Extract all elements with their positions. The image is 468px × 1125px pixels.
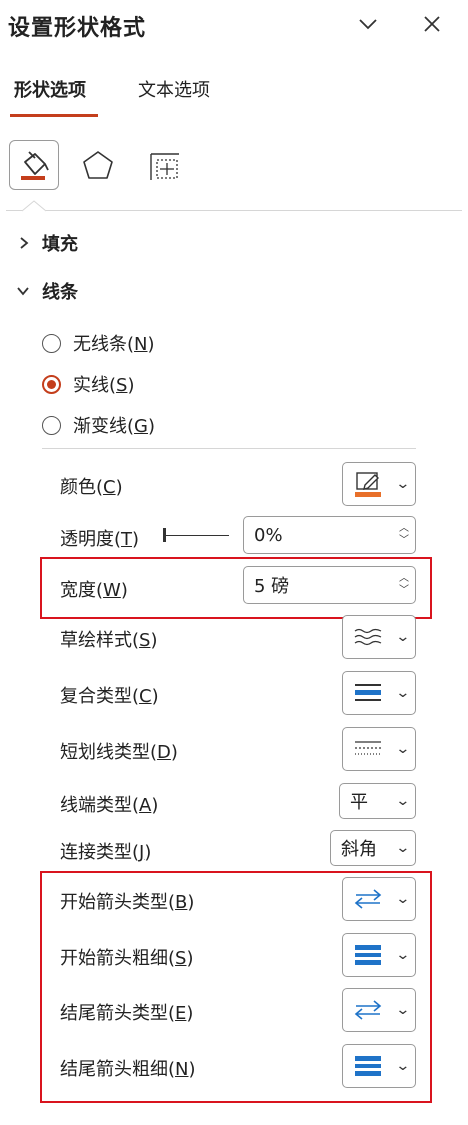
width-label: 宽度(W) xyxy=(60,580,128,601)
slider-track xyxy=(166,535,229,536)
end-arrow-type-dropdown[interactable]: ⌄ xyxy=(342,988,416,1032)
color-label: 颜色(C) xyxy=(60,477,123,498)
begin-arrow-type-label: 开始箭头类型(B) xyxy=(60,892,195,913)
arrow-size-icon xyxy=(355,1056,381,1076)
chevron-down-icon: ⌄ xyxy=(395,947,411,963)
spin-down-icon: ﹀ xyxy=(399,585,409,596)
chevron-down-icon: ⌄ xyxy=(395,741,411,757)
transparency-value[interactable]: 0% xyxy=(254,525,283,546)
join-type-label: 连接类型(J) xyxy=(60,842,152,863)
width-value[interactable]: 5 磅 xyxy=(254,572,289,598)
divider xyxy=(42,448,416,449)
cap-type-select[interactable]: 平 ⌄ xyxy=(339,783,416,819)
arrow-type-icon xyxy=(354,889,382,909)
join-type-select[interactable]: 斜角 ⌄ xyxy=(330,830,416,866)
color-dropdown[interactable]: ⌄ xyxy=(342,462,416,506)
panel-title: 设置形状格式 xyxy=(8,16,147,41)
sketch-style-dropdown[interactable]: ⌄ xyxy=(342,615,416,659)
chevron-down-icon: ⌄ xyxy=(395,891,411,907)
section-line[interactable]: 线条 xyxy=(16,278,78,304)
transparency-slider[interactable] xyxy=(163,526,229,546)
radio-solid-line[interactable]: 实线(S) xyxy=(42,371,135,397)
chevron-down-icon: ⌄ xyxy=(395,476,411,492)
chevron-down-icon: ⌄ xyxy=(395,793,411,809)
end-arrow-type-label: 结尾箭头类型(E) xyxy=(60,1003,194,1024)
effects-pentagon-icon[interactable] xyxy=(73,140,123,190)
begin-arrow-size-dropdown[interactable]: ⌄ xyxy=(342,933,416,977)
sketch-style-label: 草绘样式(S) xyxy=(60,630,158,651)
section-fill-label: 填充 xyxy=(42,234,78,255)
sketch-lines-icon xyxy=(354,628,382,646)
size-properties-icon[interactable] xyxy=(140,140,190,190)
tab-shape-options[interactable]: 形状选项 xyxy=(14,76,86,102)
cap-type-label: 线端类型(A) xyxy=(60,795,159,816)
end-arrow-size-label: 结尾箭头粗细(N) xyxy=(60,1059,196,1080)
end-arrow-size-dropdown[interactable]: ⌄ xyxy=(342,1044,416,1088)
tab-pointer xyxy=(21,200,47,212)
radio-no-line[interactable]: 无线条(N) xyxy=(42,330,155,356)
spin-arrows[interactable]: ︿ ﹀ xyxy=(399,523,409,547)
radio-gradient-line[interactable]: 渐变线(G) xyxy=(42,412,155,438)
join-type-value: 斜角 xyxy=(341,839,377,860)
radio-label: 渐变线(G) xyxy=(73,416,156,437)
close-icon[interactable] xyxy=(418,10,446,38)
dash-type-label: 短划线类型(D) xyxy=(60,742,178,763)
divider xyxy=(6,210,22,211)
divider xyxy=(46,210,462,211)
chevron-down-icon: ⌄ xyxy=(395,685,411,701)
begin-arrow-type-dropdown[interactable]: ⌄ xyxy=(342,877,416,921)
arrow-size-icon xyxy=(355,945,381,965)
section-line-label: 线条 xyxy=(42,282,78,303)
pen-color-icon xyxy=(355,472,381,497)
arrow-type-icon xyxy=(354,1000,382,1020)
fill-line-icon[interactable] xyxy=(9,140,59,190)
chevron-down-icon: ⌄ xyxy=(395,629,411,645)
active-tab-indicator xyxy=(10,114,98,117)
width-spinner[interactable]: 5 磅 ︿ ﹀ xyxy=(243,566,416,604)
dash-lines-icon xyxy=(355,741,381,755)
chevron-down-icon: ⌄ xyxy=(395,1058,411,1074)
collapse-chevron-icon[interactable] xyxy=(354,10,382,38)
radio-label: 无线条(N) xyxy=(73,334,155,355)
compound-lines-icon xyxy=(355,684,381,701)
transparency-spinner[interactable]: 0% ︿ ﹀ xyxy=(243,516,416,554)
chevron-down-icon: ⌄ xyxy=(395,1002,411,1018)
spin-down-icon: ﹀ xyxy=(399,535,409,546)
radio-button-checked[interactable] xyxy=(42,374,61,394)
begin-arrow-size-label: 开始箭头粗细(S) xyxy=(60,948,194,969)
dash-type-dropdown[interactable]: ⌄ xyxy=(342,727,416,771)
spin-up-icon: ︿ xyxy=(399,573,409,584)
section-fill[interactable]: 填充 xyxy=(18,230,78,256)
chevron-down-icon: ⌄ xyxy=(395,840,411,856)
compound-type-dropdown[interactable]: ⌄ xyxy=(342,671,416,715)
cap-type-value: 平 xyxy=(350,792,368,813)
radio-button[interactable] xyxy=(42,333,61,353)
compound-type-label: 复合类型(C) xyxy=(60,686,159,707)
radio-label: 实线(S) xyxy=(73,375,135,396)
transparency-label: 透明度(T) xyxy=(60,529,140,550)
tab-text-options[interactable]: 文本选项 xyxy=(138,76,210,102)
spin-arrows[interactable]: ︿ ﹀ xyxy=(399,573,409,597)
spin-up-icon: ︿ xyxy=(399,523,409,534)
chevron-right-icon xyxy=(20,237,29,249)
chevron-down-icon xyxy=(17,287,29,296)
radio-button[interactable] xyxy=(42,415,61,435)
